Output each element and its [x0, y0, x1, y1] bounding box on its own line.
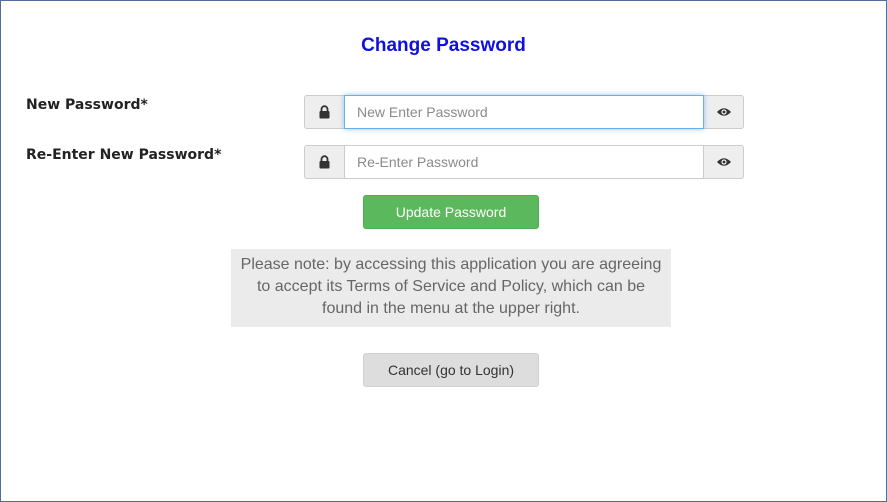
- reenter-password-input[interactable]: [344, 145, 704, 179]
- lock-icon: [304, 145, 344, 179]
- eye-icon[interactable]: [704, 95, 744, 129]
- cancel-button[interactable]: Cancel (go to Login): [363, 353, 539, 387]
- new-password-input[interactable]: [344, 95, 704, 129]
- change-password-window: Change Password New Password* Re-Enter N…: [0, 0, 887, 502]
- reenter-password-label: Re-Enter New Password*: [26, 147, 222, 163]
- new-password-label: New Password*: [26, 97, 148, 113]
- reenter-password-group: [304, 145, 744, 179]
- lock-icon: [304, 95, 344, 129]
- update-password-button[interactable]: Update Password: [363, 195, 539, 229]
- page-title: Change Password: [361, 35, 526, 56]
- terms-notice: Please note: by accessing this applicati…: [231, 249, 671, 327]
- new-password-group: [304, 95, 744, 129]
- eye-icon[interactable]: [704, 145, 744, 179]
